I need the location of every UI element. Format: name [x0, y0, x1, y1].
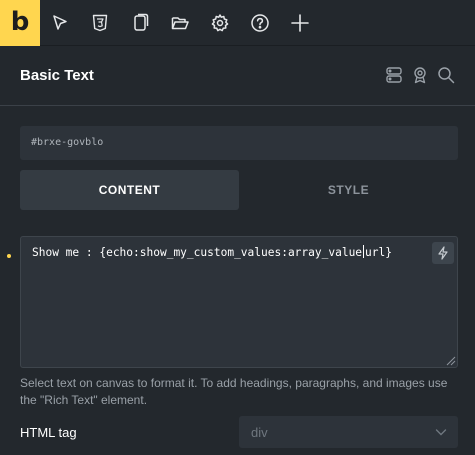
help-text: Select text on canvas to format it. To a… — [20, 376, 448, 407]
text-before-caret: Show me : {echo:show_my_custom_values:ar… — [32, 246, 363, 259]
modified-indicator — [7, 254, 11, 258]
top-toolbar: b — [0, 0, 475, 46]
text-field[interactable]: Show me : {echo:show_my_custom_values:ar… — [20, 236, 458, 368]
panel-title: Basic Text — [20, 67, 94, 84]
tab-content[interactable]: CONTENT — [20, 170, 239, 210]
css3-icon[interactable] — [90, 13, 110, 33]
html-tag-select[interactable]: div — [239, 416, 458, 448]
html-tag-label: HTML tag — [20, 425, 77, 440]
bolt-icon — [438, 246, 448, 260]
text-field-value[interactable]: Show me : {echo:show_my_custom_values:ar… — [32, 245, 392, 259]
help-icon[interactable] — [250, 13, 270, 33]
tab-style[interactable]: STYLE — [239, 170, 458, 210]
plus-icon[interactable] — [290, 13, 310, 33]
text-caret — [363, 245, 365, 258]
html-tag-value: div — [251, 425, 268, 440]
structure-icon[interactable] — [385, 66, 403, 84]
resize-handle-icon[interactable] — [444, 354, 456, 366]
text-after-caret: url} — [365, 246, 392, 259]
logo-letter: b — [10, 6, 30, 37]
folder-icon[interactable] — [170, 13, 190, 33]
search-icon[interactable] — [437, 66, 455, 84]
bricks-logo[interactable]: b — [0, 0, 40, 46]
cursor-icon[interactable] — [50, 13, 70, 33]
css-id-field[interactable]: #brxe-govblo — [20, 126, 458, 160]
dynamic-data-button[interactable] — [432, 242, 454, 264]
panel-header: Basic Text — [0, 46, 475, 106]
gear-icon[interactable] — [210, 13, 230, 33]
badge-icon[interactable] — [411, 66, 429, 84]
chevron-down-icon — [435, 429, 447, 436]
copy-icon[interactable] — [130, 13, 150, 33]
